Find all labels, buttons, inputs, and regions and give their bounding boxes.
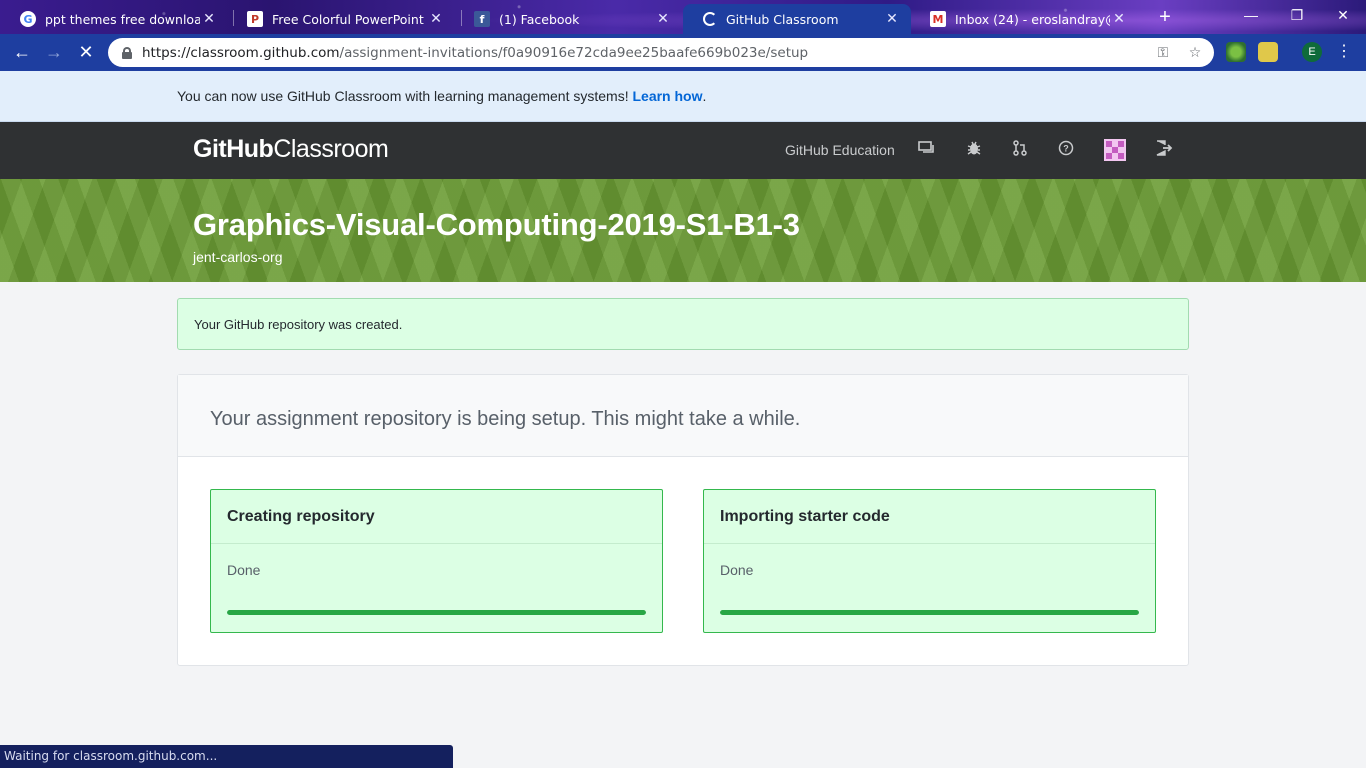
progress-fill: [720, 610, 1139, 615]
svg-text:?: ?: [1063, 144, 1069, 154]
url-path: /assignment-invitations/f0a90916e72cda9e…: [339, 44, 809, 61]
progress-fill: [227, 610, 646, 615]
bug-icon[interactable]: [964, 140, 984, 160]
logo-light: Classroom: [273, 135, 389, 163]
step-title: Importing starter code: [704, 490, 1155, 544]
organization-name: jent-carlos-org: [193, 249, 283, 265]
step-status: Done: [720, 562, 754, 578]
tab-facebook[interactable]: f (1) Facebook ✕: [454, 4, 682, 34]
minimize-icon[interactable]: —: [1228, 0, 1274, 30]
tab-google-search[interactable]: G ppt themes free download - Go ✕: [0, 4, 228, 34]
close-icon[interactable]: ✕: [1110, 11, 1128, 27]
p-icon: P: [247, 11, 263, 27]
github-education-link[interactable]: GitHub Education: [785, 142, 895, 158]
help-icon[interactable]: ?: [1056, 140, 1076, 160]
step-card-creating-repository: Creating repository Done: [210, 489, 663, 633]
tab-title: (1) Facebook: [499, 11, 580, 27]
close-icon[interactable]: ✕: [883, 11, 901, 27]
setup-heading: Your assignment repository is being setu…: [178, 375, 1188, 457]
new-tab-button[interactable]: +: [1152, 6, 1178, 28]
notice-text: You can now use GitHub Classroom with le…: [177, 88, 633, 104]
tab-strip: G ppt themes free download - Go ✕ P Free…: [0, 0, 1366, 34]
success-flash: Your GitHub repository was created.: [177, 298, 1189, 350]
tab-title: GitHub Classroom: [726, 11, 839, 27]
assignment-title: Graphics-Visual-Computing-2019-S1-B1-3: [193, 207, 800, 242]
setup-progress-panel: Your assignment repository is being setu…: [177, 374, 1189, 666]
step-card-importing-starter-code: Importing starter code Done: [703, 489, 1156, 633]
bookmark-star-icon[interactable]: ☆: [1186, 44, 1204, 62]
close-icon[interactable]: ✕: [427, 11, 445, 27]
lms-notice-banner: You can now use GitHub Classroom with le…: [0, 71, 1366, 122]
logo-bold: GitHub: [193, 135, 274, 163]
window-close-icon[interactable]: ✕: [1320, 0, 1366, 30]
extension-avatar-icon[interactable]: [1258, 42, 1278, 62]
key-icon[interactable]: ⚿: [1154, 44, 1172, 62]
extension-globe-icon[interactable]: [1226, 42, 1246, 62]
user-avatar[interactable]: [1104, 139, 1126, 161]
tab-github-classroom[interactable]: GitHub Classroom ✕: [683, 4, 911, 34]
site-header: GitHubClassroom GitHub Education ?: [0, 122, 1366, 179]
gmail-icon: M: [930, 11, 946, 27]
step-title: Creating repository: [211, 490, 662, 544]
browser-menu-icon[interactable]: ⋮: [1336, 42, 1352, 62]
feedback-icon[interactable]: [917, 140, 937, 160]
pull-request-icon[interactable]: [1010, 140, 1030, 160]
browser-toolbar: ← → ✕ https://classroom.github.com/assig…: [0, 34, 1366, 71]
address-bar[interactable]: https://classroom.github.com/assignment-…: [108, 38, 1214, 67]
assignment-banner: Graphics-Visual-Computing-2019-S1-B1-3 j…: [0, 179, 1366, 282]
stop-loading-icon[interactable]: ✕: [72, 38, 100, 66]
tab-title: Inbox (24) - eroslandray@gma: [955, 11, 1110, 27]
notice-suffix: .: [702, 88, 707, 104]
forward-arrow-icon[interactable]: →: [40, 38, 68, 66]
learn-how-link[interactable]: Learn how: [632, 88, 702, 104]
tab-gmail-inbox[interactable]: M Inbox (24) - eroslandray@gma ✕: [910, 4, 1138, 34]
tab-powerpoint-templates[interactable]: P Free Colorful PowerPoint Temp ✕: [227, 4, 455, 34]
tab-title: ppt themes free download - Go: [45, 11, 200, 27]
google-icon: G: [20, 11, 36, 27]
close-icon[interactable]: ✕: [200, 11, 218, 27]
sign-out-icon[interactable]: [1154, 140, 1174, 160]
url-host: https://classroom.github.com: [142, 44, 340, 61]
progress-bar: [720, 610, 1139, 615]
close-icon[interactable]: ✕: [654, 11, 672, 27]
github-classroom-logo[interactable]: GitHubClassroom: [193, 135, 389, 164]
lock-icon: [122, 46, 132, 59]
loading-icon: [703, 12, 717, 26]
back-arrow-icon[interactable]: ←: [8, 38, 36, 66]
step-status: Done: [227, 562, 261, 578]
restore-icon[interactable]: ❐: [1274, 0, 1320, 30]
profile-avatar[interactable]: E: [1302, 42, 1322, 62]
progress-bar: [227, 610, 646, 615]
browser-status-bar: Waiting for classroom.github.com...: [0, 745, 453, 768]
facebook-icon: f: [474, 11, 490, 27]
tab-title: Free Colorful PowerPoint Temp: [272, 11, 427, 27]
